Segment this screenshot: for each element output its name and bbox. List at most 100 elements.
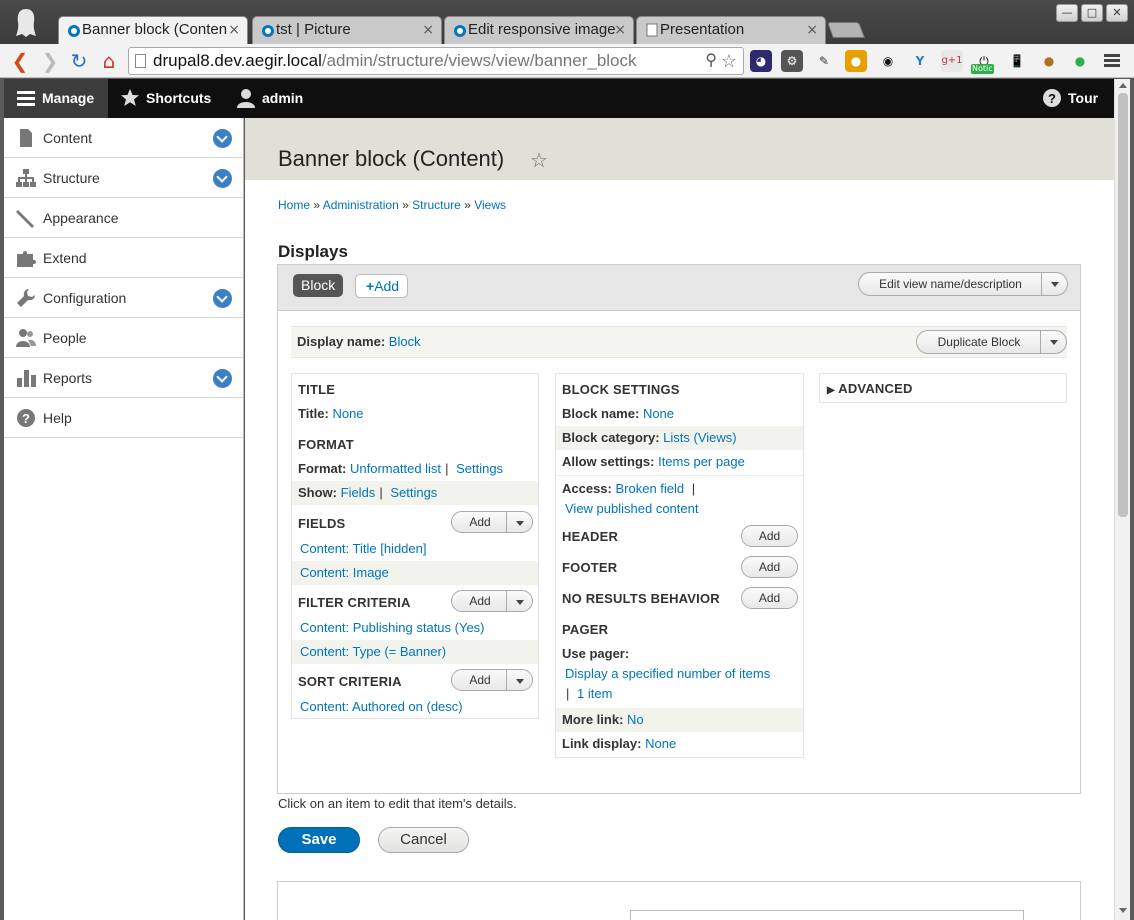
- add-display-button[interactable]: +Add: [355, 274, 409, 298]
- extension-y-icon[interactable]: Y: [909, 50, 931, 72]
- extension-pen-icon[interactable]: ✎: [813, 50, 835, 72]
- toolbar-shortcuts[interactable]: Shortcuts: [108, 79, 220, 118]
- show-settings-link[interactable]: Settings: [390, 485, 437, 500]
- chrome-menu-icon[interactable]: [1102, 52, 1122, 70]
- title-value-link[interactable]: None: [332, 406, 363, 421]
- toolbar-tour[interactable]: ? Tour: [1030, 79, 1114, 118]
- chevron-down-icon[interactable]: [213, 369, 232, 388]
- sidebar-item-appearance[interactable]: Appearance: [4, 198, 243, 238]
- toolbar-user[interactable]: admin: [224, 79, 314, 118]
- close-icon[interactable]: ×: [614, 16, 626, 44]
- sidebar-item-content[interactable]: Content: [4, 118, 243, 158]
- close-icon[interactable]: ×: [228, 16, 240, 44]
- breadcrumb-administration[interactable]: Administration: [323, 198, 399, 212]
- extension-puzzle-icon[interactable]: ⚙: [781, 50, 803, 72]
- extension-power-icon[interactable]: ⏻ Notic: [971, 50, 995, 74]
- toolbar-manage[interactable]: Manage: [4, 79, 108, 118]
- block-category-link[interactable]: Lists (Views): [663, 430, 736, 445]
- access-link[interactable]: Broken field: [616, 481, 685, 496]
- window-close-button[interactable]: ✕: [1106, 4, 1128, 22]
- breadcrumb-home[interactable]: Home: [278, 198, 310, 212]
- cancel-button[interactable]: Cancel: [378, 827, 469, 853]
- display-name-link[interactable]: Block: [389, 334, 421, 349]
- extension-speedometer-icon[interactable]: ◕: [750, 50, 772, 72]
- home-icon[interactable]: ⌂: [97, 49, 121, 73]
- sidebar-item-people[interactable]: People: [4, 318, 243, 358]
- show-value-link[interactable]: Fields: [341, 485, 376, 500]
- format-value-link[interactable]: Unformatted list: [350, 461, 441, 476]
- maximize-button[interactable]: □: [1081, 4, 1103, 22]
- sidebar-item-configuration[interactable]: Configuration: [4, 278, 243, 318]
- chevron-down-icon[interactable]: [213, 169, 232, 188]
- extension-phone-icon[interactable]: 📱: [1006, 50, 1028, 72]
- bookmark-star-icon[interactable]: ☆: [721, 48, 737, 74]
- address-bar[interactable]: drupal8.dev.aegir.local/admin/structure/…: [128, 47, 744, 75]
- sort-add-button[interactable]: Add: [452, 670, 508, 690]
- more-link-link[interactable]: No: [627, 712, 644, 727]
- forward-arrow-icon[interactable]: ❯: [38, 49, 62, 73]
- extension-eye-icon[interactable]: ◉: [877, 50, 899, 72]
- use-pager-items-link[interactable]: 1 item: [577, 686, 612, 701]
- use-pager-link[interactable]: Display a specified number of items: [565, 666, 770, 681]
- footer-add-button[interactable]: Add: [741, 556, 798, 578]
- breadcrumb-structure[interactable]: Structure: [412, 198, 461, 212]
- field-link[interactable]: Content: Title [hidden]: [300, 541, 426, 556]
- extension-cookie-icon[interactable]: ●: [1038, 50, 1060, 72]
- format-settings-link[interactable]: Settings: [456, 461, 503, 476]
- advanced-toggle[interactable]: ▶ ADVANCED: [827, 381, 913, 396]
- access-link-2[interactable]: View published content: [565, 501, 698, 516]
- header-add-button[interactable]: Add: [741, 525, 798, 547]
- save-button[interactable]: Save: [278, 827, 360, 853]
- link-display-link[interactable]: None: [645, 736, 676, 751]
- preview-field[interactable]: [630, 910, 1024, 920]
- scrollbar-thumb[interactable]: [1118, 93, 1128, 517]
- chevron-down-icon[interactable]: [506, 512, 532, 532]
- close-icon[interactable]: ×: [806, 16, 818, 44]
- chevron-down-icon[interactable]: [1041, 273, 1067, 295]
- chevron-down-icon[interactable]: [213, 129, 232, 148]
- extension-evernote-icon[interactable]: ●: [1069, 50, 1091, 72]
- sort-link[interactable]: Content: Authored on (desc): [300, 699, 463, 714]
- edit-view-button[interactable]: Edit view name/description: [859, 273, 1042, 295]
- chevron-down-icon[interactable]: [506, 591, 532, 611]
- close-icon[interactable]: ×: [422, 16, 434, 44]
- allow-settings-link[interactable]: Items per page: [658, 454, 745, 469]
- browser-tab-active[interactable]: Banner block (Conten ×: [58, 16, 248, 44]
- chevron-down-icon[interactable]: [1040, 331, 1066, 353]
- reload-icon[interactable]: ↻: [67, 49, 91, 73]
- new-tab-button[interactable]: [827, 22, 865, 38]
- shortcut-star-icon[interactable]: ☆: [530, 148, 548, 173]
- duplicate-dropbutton[interactable]: Duplicate Block: [916, 330, 1067, 354]
- page-scrollbar[interactable]: [1114, 79, 1130, 920]
- fields-add-dropbutton[interactable]: Add: [451, 511, 533, 533]
- minimize-button[interactable]: —: [1056, 4, 1078, 22]
- filter-link[interactable]: Content: Type (= Banner): [300, 644, 446, 659]
- browser-tab[interactable]: Edit responsive image ×: [444, 16, 634, 44]
- extension-firebug-icon[interactable]: ●: [845, 50, 867, 72]
- chevron-down-icon[interactable]: [213, 289, 232, 308]
- sidebar-item-structure[interactable]: Structure: [4, 158, 243, 198]
- field-link[interactable]: Content: Image: [300, 565, 389, 580]
- chevron-down-icon[interactable]: [506, 670, 532, 690]
- zoom-icon[interactable]: ⚲: [705, 48, 717, 74]
- back-arrow-icon[interactable]: ❮: [8, 49, 32, 73]
- filter-add-dropbutton[interactable]: Add: [451, 590, 533, 612]
- sidebar-item-extend[interactable]: Extend: [4, 238, 243, 278]
- breadcrumb-views[interactable]: Views: [474, 198, 506, 212]
- sort-add-dropbutton[interactable]: Add: [451, 669, 533, 691]
- sidebar-item-reports[interactable]: Reports: [4, 358, 243, 398]
- filter-add-button[interactable]: Add: [452, 591, 508, 611]
- browser-tab[interactable]: Presentation ×: [636, 16, 826, 44]
- block-name-link[interactable]: None: [643, 406, 674, 421]
- scroll-up-icon[interactable]: [1119, 83, 1127, 88]
- fields-add-button[interactable]: Add: [452, 512, 508, 532]
- edit-view-dropbutton[interactable]: Edit view name/description: [858, 272, 1068, 296]
- scroll-down-icon[interactable]: [1119, 908, 1127, 913]
- tab-block[interactable]: Block: [293, 274, 344, 297]
- extension-gplus-icon[interactable]: g+1: [941, 50, 963, 72]
- filter-link[interactable]: Content: Publishing status (Yes): [300, 620, 485, 635]
- duplicate-block-button[interactable]: Duplicate Block: [917, 331, 1041, 353]
- no-results-add-button[interactable]: Add: [741, 587, 798, 609]
- browser-tab[interactable]: tst | Picture ×: [252, 16, 442, 44]
- sidebar-item-help[interactable]: ? Help: [4, 398, 243, 438]
